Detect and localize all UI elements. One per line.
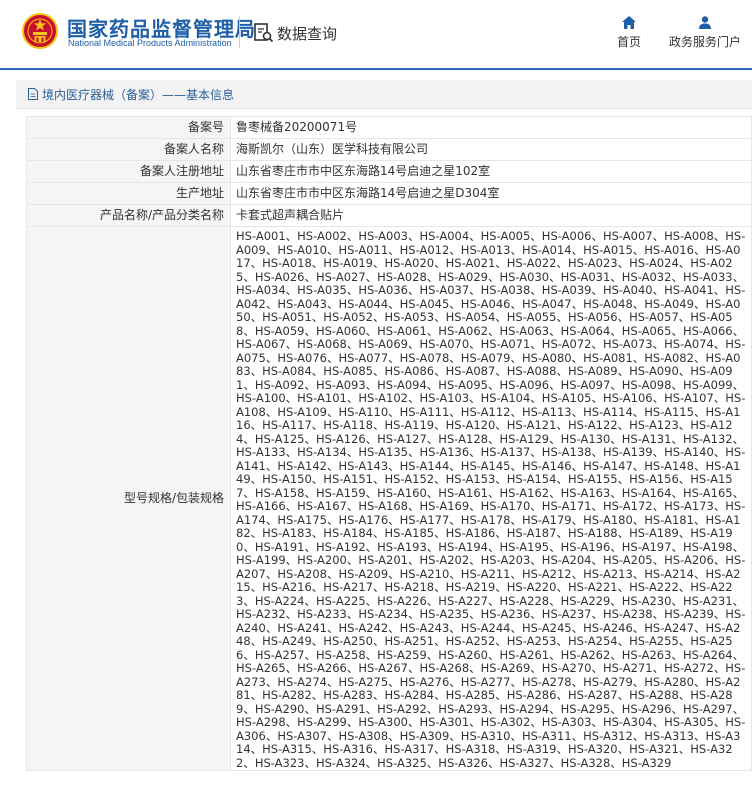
home-icon <box>622 16 636 29</box>
nav-home[interactable]: 首页 <box>612 16 646 50</box>
table-row: 产品名称/产品分类名称 卡套式超声耦合贴片 <box>26 204 752 227</box>
table-row: 备案人名称 海斯凯尔（山东）医学科技有限公司 <box>26 138 752 161</box>
user-icon <box>699 16 711 29</box>
nav-gov-service-portal[interactable]: 政务服务门户 <box>666 16 744 50</box>
document-icon <box>28 88 38 100</box>
section-title: 境内医疗器械（备案）——基本信息 <box>42 88 235 102</box>
registrant-address-value: 山东省枣庄市市中区东海路14号启迪之星102室 <box>230 160 752 183</box>
model-spec-value: HS-A001、HS-A002、HS-A003、HS-A004、HS-A005、… <box>230 226 752 771</box>
nav-gov-label: 政务服务门户 <box>668 35 741 49</box>
data-query-link[interactable]: 数据查询 <box>277 23 337 44</box>
product-name-value: 卡套式超声耦合贴片 <box>230 204 752 227</box>
record-number-value: 鲁枣械备20200071号 <box>230 116 752 139</box>
registrant-address-label: 备案人注册地址 <box>26 160 231 183</box>
table-row: 生产地址 山东省枣庄市市中区东海路14号启迪之星D304室 <box>26 182 752 205</box>
table-row: 备案号 鲁枣械备20200071号 <box>26 116 752 139</box>
site-title-en[interactable]: National Medical Products Administration <box>68 38 232 48</box>
site-header: 国家药品监督管理局 National Medical Products Admi… <box>0 0 752 70</box>
registrant-name-value: 海斯凯尔（山东）医学科技有限公司 <box>230 138 752 161</box>
header-divider <box>239 16 240 48</box>
record-number-label: 备案号 <box>26 116 231 139</box>
production-address-value: 山东省枣庄市市中区东海路14号启迪之星D304室 <box>230 182 752 205</box>
search-document-icon <box>254 23 274 43</box>
table-row: 备案人注册地址 山东省枣庄市市中区东海路14号启迪之星102室 <box>26 160 752 183</box>
production-address-label: 生产地址 <box>26 182 231 205</box>
national-emblem-icon[interactable] <box>22 13 58 49</box>
nav-home-label: 首页 <box>616 35 641 49</box>
product-name-label: 产品名称/产品分类名称 <box>26 204 231 227</box>
section-header: 境内医疗器械（备案）——基本信息 <box>16 80 752 109</box>
registrant-name-label: 备案人名称 <box>26 138 231 161</box>
model-spec-label: 型号规格/包装规格 <box>26 226 231 771</box>
table-row: 型号规格/包装规格 HS-A001、HS-A002、HS-A003、HS-A00… <box>26 226 752 771</box>
record-info-table: 备案号 鲁枣械备20200071号 备案人名称 海斯凯尔（山东）医学科技有限公司… <box>26 116 752 771</box>
